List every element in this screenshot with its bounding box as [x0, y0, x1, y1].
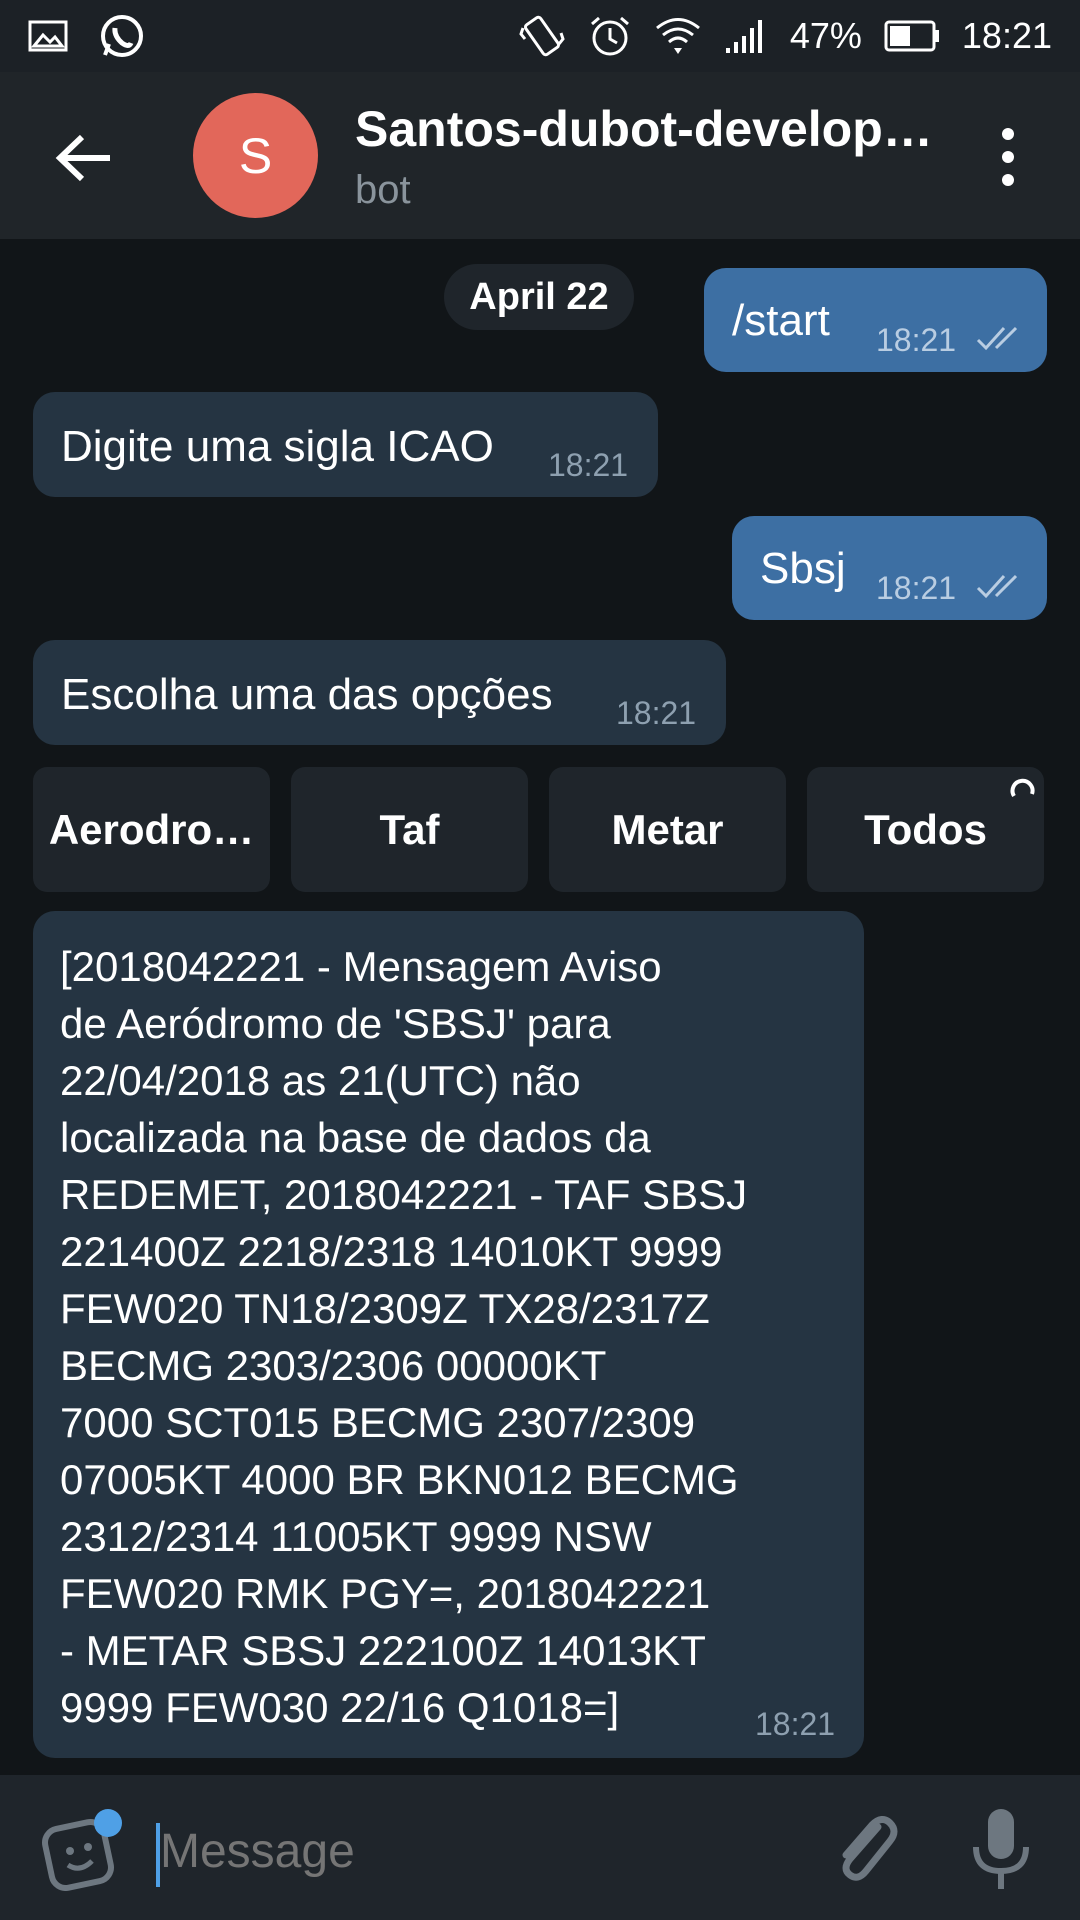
telegram-chat-screen: 47% 18:21 S Santos-dubot-develop… bot Ap… [0, 0, 1080, 1920]
status-time: 18:21 [961, 15, 1052, 56]
double-check-icon [976, 326, 1018, 351]
message-bubble-incoming[interactable]: Escolha uma das opções 18:21 [33, 640, 726, 745]
inline-button-metar[interactable]: Metar [549, 767, 786, 892]
message-time: 18:21 [755, 1706, 836, 1742]
chat-title[interactable]: Santos-dubot-develop… [355, 100, 955, 158]
chat-subtitle: bot [355, 168, 411, 212]
whatsapp-icon [98, 12, 146, 60]
chat-header: S Santos-dubot-develop… bot [0, 72, 1080, 239]
wifi-icon [654, 14, 702, 58]
message-input-bar [0, 1775, 1080, 1920]
message-time: 18:21 [876, 570, 957, 606]
double-check-icon [976, 574, 1018, 599]
message-text: /start [732, 296, 830, 345]
avatar[interactable]: S [193, 93, 318, 218]
battery-icon [884, 20, 940, 52]
battery-percentage: 47% [789, 15, 862, 56]
message-text: Escolha uma das opções [61, 670, 553, 719]
back-arrow-icon[interactable] [52, 126, 116, 190]
message-bubble-outgoing[interactable]: Sbsj 18:21 [732, 516, 1047, 620]
loading-spinner-icon [1010, 778, 1035, 798]
message-text: [2018042221 - Mensagem Aviso de Aeródrom… [60, 943, 748, 1731]
message-bubble-incoming[interactable]: Digite uma sigla ICAO 18:21 [33, 392, 658, 497]
message-text: Sbsj [760, 544, 846, 593]
inline-button-aerodromo[interactable]: Aerodro… [33, 767, 270, 892]
message-time: 18:21 [548, 447, 629, 483]
attach-icon[interactable] [828, 1809, 904, 1894]
alarm-icon [588, 14, 632, 58]
microphone-icon[interactable] [970, 1807, 1032, 1896]
date-separator: April 22 [444, 264, 634, 330]
message-time: 18:21 [876, 322, 957, 358]
more-options-icon[interactable] [990, 122, 1026, 192]
sticker-icon[interactable] [40, 1807, 124, 1896]
message-input[interactable] [160, 1819, 800, 1883]
vibrate-icon [518, 13, 566, 59]
signal-icon [724, 18, 768, 54]
message-text: Digite uma sigla ICAO [61, 422, 494, 471]
gallery-icon [28, 20, 68, 52]
message-bubble-outgoing[interactable]: /start 18:21 [704, 268, 1047, 372]
message-time: 18:21 [616, 695, 697, 731]
inline-button-taf[interactable]: Taf [291, 767, 528, 892]
status-bar: 47% 18:21 [0, 0, 1080, 72]
